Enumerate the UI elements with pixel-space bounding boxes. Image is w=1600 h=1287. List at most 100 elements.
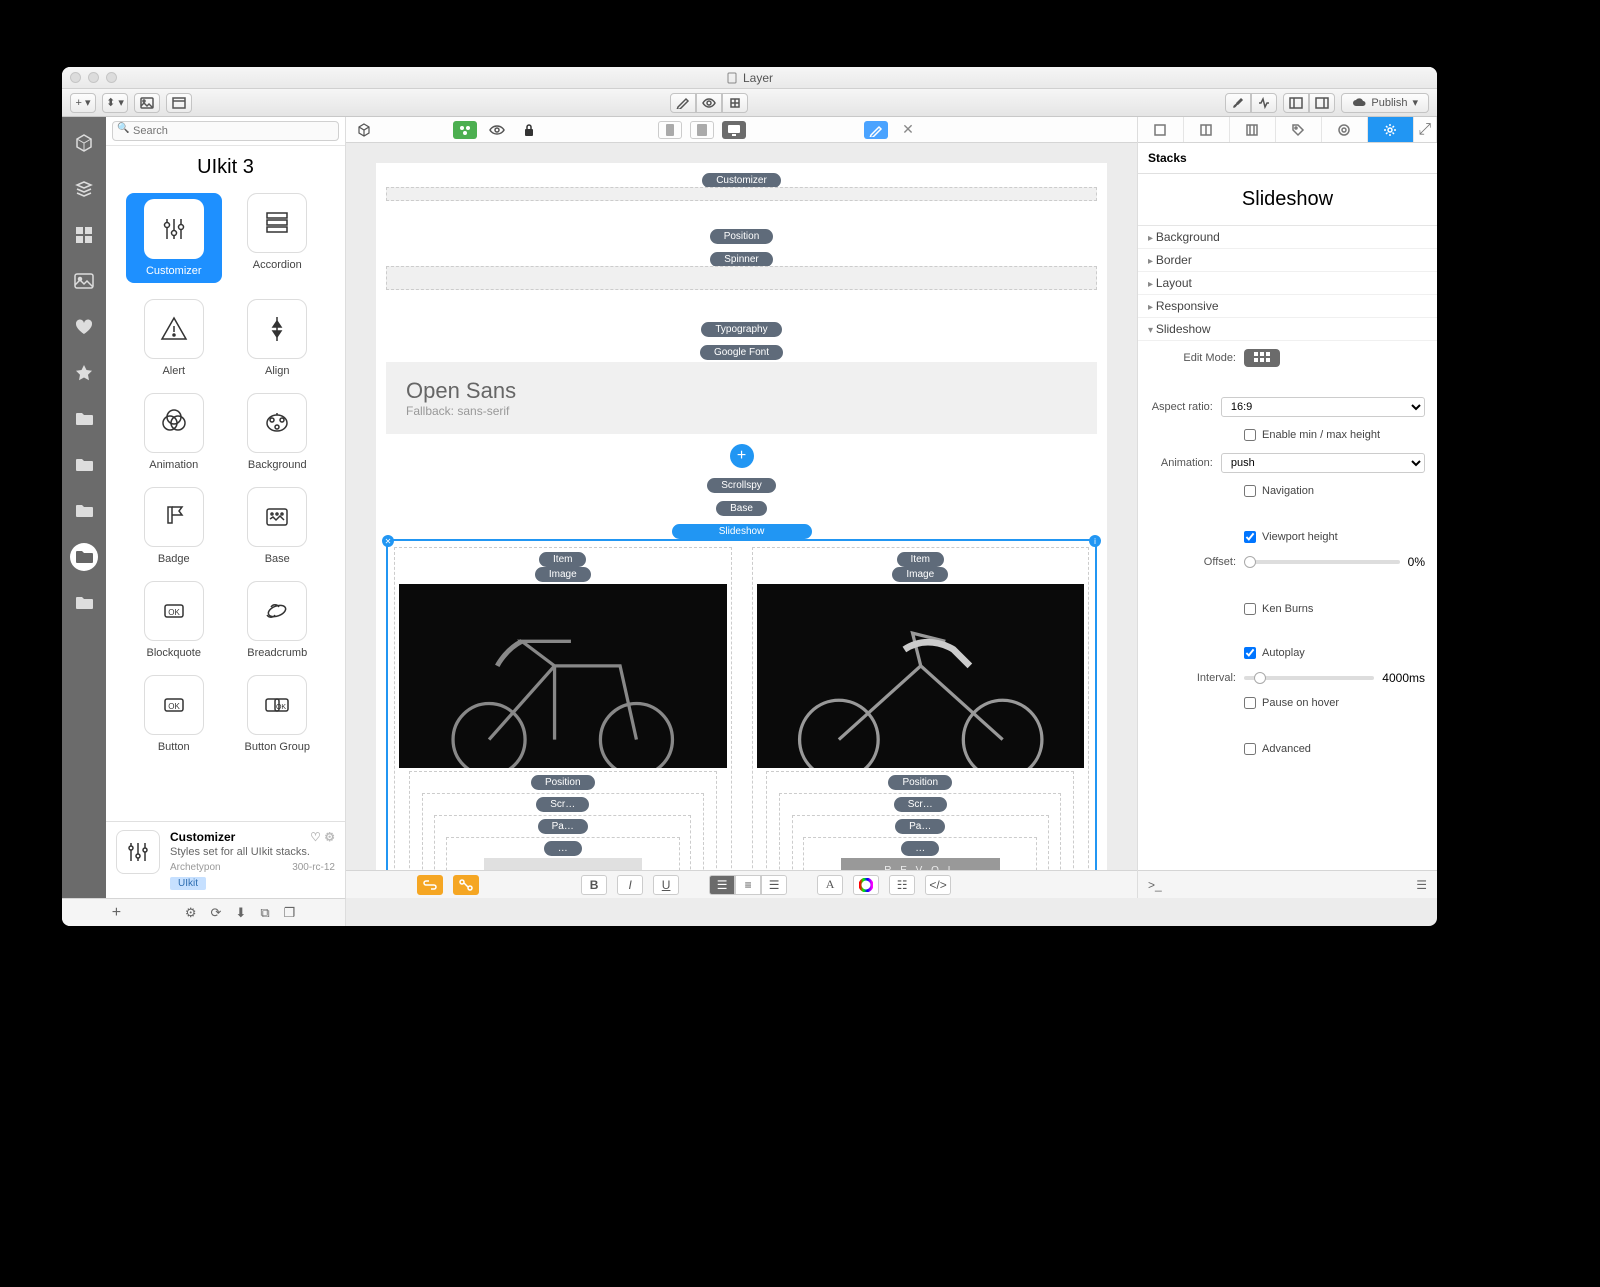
section-background[interactable]: Background [1138, 226, 1437, 249]
window-icon[interactable]: ❐ [284, 905, 296, 921]
block-image[interactable]: Image [892, 567, 948, 582]
close-icon[interactable]: ✕ [896, 121, 920, 139]
check-kenburns[interactable]: Ken Burns [1244, 603, 1313, 615]
rail-star-icon[interactable] [70, 359, 98, 387]
tab-settings[interactable] [1368, 117, 1414, 142]
rail-image-icon[interactable] [70, 267, 98, 295]
block-position-2[interactable]: Position [888, 775, 952, 790]
media-button[interactable] [134, 93, 160, 113]
underline-button[interactable]: U [653, 875, 679, 895]
block-scrollspy[interactable]: Scrollspy [707, 478, 776, 493]
check-autoplay[interactable]: Autoplay [1244, 647, 1305, 659]
section-responsive[interactable]: Responsive [1138, 295, 1437, 318]
console-prompt[interactable]: >_ [1148, 878, 1162, 892]
library-item-breadcrumb[interactable]: Breadcrumb [230, 581, 326, 659]
connection-button[interactable] [453, 875, 479, 895]
library-item-accordion[interactable]: Accordion [230, 193, 326, 283]
block-dots[interactable]: … [544, 841, 582, 856]
check-viewport[interactable]: Viewport height [1244, 531, 1338, 543]
canvas[interactable]: Customizer Position Spinner Typography G… [346, 143, 1137, 870]
device-desktop-icon[interactable] [722, 121, 746, 139]
block-dots[interactable]: … [901, 841, 939, 856]
color-button[interactable] [853, 875, 879, 895]
view-export[interactable] [722, 93, 748, 113]
block-scr[interactable]: Scr… [536, 797, 589, 812]
library-item-alert[interactable]: Alert [126, 299, 222, 377]
library-item-background[interactable]: Background [230, 393, 326, 471]
gear-icon[interactable]: ⚙ [185, 905, 197, 921]
rail-folder-icon[interactable] [70, 405, 98, 433]
block-item[interactable]: Item [897, 552, 944, 567]
align-left-button[interactable]: ☰ [709, 875, 735, 895]
block-slideshow[interactable]: Slideshow [672, 524, 812, 539]
rail-stacks-icon[interactable] [70, 175, 98, 203]
add-menu[interactable]: + ▾ [70, 93, 96, 113]
panel-button[interactable] [166, 93, 192, 113]
add-block-button[interactable]: + [730, 444, 754, 468]
offset-slider[interactable] [1244, 560, 1400, 564]
search-input[interactable] [112, 121, 339, 141]
download-icon[interactable]: ⬇ [235, 905, 246, 921]
edit-mode-segment[interactable] [1244, 349, 1280, 367]
rail-folder-active-icon[interactable] [70, 543, 98, 571]
layout-right[interactable] [1309, 93, 1335, 113]
library-item-blockquote[interactable]: OKBlockquote [126, 581, 222, 659]
bold-button[interactable]: B [581, 875, 607, 895]
check-navigation[interactable]: Navigation [1244, 485, 1314, 497]
tab-target[interactable] [1322, 117, 1368, 142]
tab-page[interactable] [1138, 117, 1184, 142]
list-button[interactable]: ☷ [889, 875, 915, 895]
block-pa[interactable]: Pa… [895, 819, 945, 834]
align-center-button[interactable]: ≡ [735, 875, 761, 895]
link-button[interactable] [417, 875, 443, 895]
publish-button[interactable]: Publish ▾ [1341, 93, 1429, 113]
block-typography[interactable]: Typography [701, 322, 781, 337]
check-pausehover[interactable]: Pause on hover [1244, 697, 1339, 709]
rail-folder-icon[interactable] [70, 451, 98, 479]
layout-left[interactable] [1283, 93, 1309, 113]
view-edit[interactable] [670, 93, 696, 113]
copy-icon[interactable]: ⧉ [260, 905, 269, 921]
check-advanced[interactable]: Advanced [1244, 743, 1311, 755]
block-position-2[interactable]: Position [531, 775, 595, 790]
rail-folder-icon[interactable] [70, 497, 98, 525]
block-image[interactable]: Image [535, 567, 591, 582]
plugin-icon[interactable] [453, 121, 477, 139]
block-base[interactable]: Base [716, 501, 767, 516]
traffic-lights[interactable] [70, 72, 117, 83]
edit-mode-icon[interactable] [864, 121, 888, 139]
section-layout[interactable]: Layout [1138, 272, 1437, 295]
eye-icon[interactable] [485, 121, 509, 139]
selection-handle-right[interactable]: i [1089, 535, 1101, 547]
align-right-button[interactable]: ☰ [761, 875, 787, 895]
tab-expand[interactable]: ⤢ [1414, 117, 1437, 142]
device-mobile-icon[interactable] [658, 121, 682, 139]
animation-select[interactable]: push [1221, 453, 1425, 473]
library-item-button-group[interactable]: OKButton Group [230, 675, 326, 753]
interval-slider[interactable] [1244, 676, 1374, 680]
block-customizer[interactable]: Customizer [702, 173, 781, 188]
lock-icon[interactable] [517, 121, 541, 139]
block-position[interactable]: Position [710, 229, 774, 244]
library-item-align[interactable]: Align [230, 299, 326, 377]
library-item-customizer[interactable]: Customizer [126, 193, 222, 283]
add-button[interactable]: + [112, 904, 121, 922]
block-googlefont[interactable]: Google Font [700, 345, 783, 360]
device-tablet-icon[interactable] [690, 121, 714, 139]
block-scr[interactable]: Scr… [894, 797, 947, 812]
rail-cube-icon[interactable] [70, 129, 98, 157]
font-button[interactable]: A [817, 875, 843, 895]
cube-icon[interactable] [352, 121, 376, 139]
rail-grid-icon[interactable] [70, 221, 98, 249]
block-pa[interactable]: Pa… [538, 819, 588, 834]
code-button[interactable]: </> [925, 875, 951, 895]
selection-handle-left[interactable]: ✕ [382, 535, 394, 547]
tab-tag[interactable] [1276, 117, 1322, 142]
rail-heart-icon[interactable] [70, 313, 98, 341]
section-slideshow[interactable]: Slideshow [1138, 318, 1437, 341]
library-item-button[interactable]: OKButton [126, 675, 222, 753]
activity-button[interactable] [1251, 93, 1277, 113]
library-item-base[interactable]: Base [230, 487, 326, 565]
brush-button[interactable] [1225, 93, 1251, 113]
section-border[interactable]: Border [1138, 249, 1437, 272]
